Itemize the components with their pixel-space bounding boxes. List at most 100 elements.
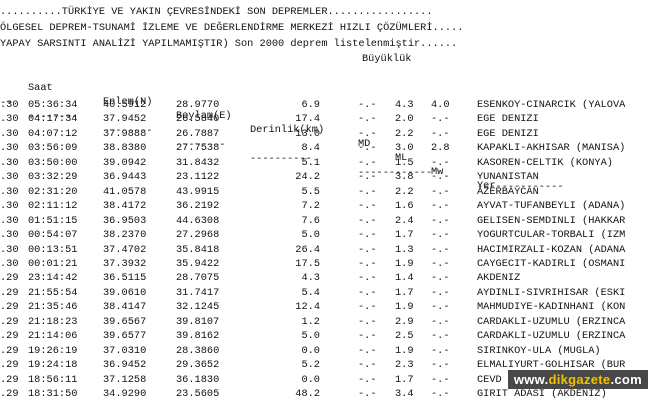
cell-place: GELISEN-SEMDINLI (HAKKAR (477, 214, 626, 227)
cell-ml: 4.3 (395, 99, 414, 111)
cell-date: .29 (0, 301, 19, 314)
cell-ml: 1.9 (395, 257, 414, 270)
magnitude-group-header: Büyüklük (362, 53, 412, 65)
cell-date: .30 (0, 99, 19, 111)
cell-place: CARDAKLI-UZUMLU (ERZINCA (477, 315, 626, 328)
cell-time: 21:18:23 (28, 315, 78, 328)
cell-depth: 26.4 (295, 243, 320, 256)
cell-date: .29 (0, 388, 19, 400)
cell-lat: 39.6577 (103, 330, 147, 343)
cell-date: .29 (0, 286, 19, 299)
cell-time: 19:26:19 (28, 344, 78, 357)
cell-date: .30 (0, 127, 19, 140)
cell-place: EGE DENIZI (477, 113, 539, 126)
column-header-row: Saat Enlem(N) Boylam(E) Derinlik(km) MD … (0, 67, 496, 192)
cell-date: .30 (0, 113, 19, 126)
cell-lon: 28.3860 (176, 344, 220, 357)
cell-mw: -.- (431, 185, 450, 198)
cell-mw: -.- (431, 344, 450, 357)
cell-lat: 38.2370 (103, 229, 147, 242)
separator-row: -- -------- -------- -------- ----------… (0, 82, 564, 193)
cell-md: -.- (358, 229, 377, 242)
cell-md: -.- (358, 185, 377, 198)
cell-time: 18:56:11 (28, 373, 78, 386)
cell-lat: 37.9888 (103, 127, 147, 140)
cell-lon: 39.8107 (176, 315, 220, 328)
cell-md: -.- (358, 113, 377, 126)
cell-ml: 3.0 (395, 142, 414, 155)
cell-depth: 5.0 (301, 330, 320, 343)
cell-md: -.- (358, 359, 377, 372)
watermark-suffix: .com (610, 372, 642, 387)
cell-md: -.- (358, 330, 377, 343)
cell-md: -.- (358, 243, 377, 256)
col-time-header: Saat (28, 82, 53, 94)
cell-ml: 2.3 (395, 359, 414, 372)
cell-md: -.- (358, 344, 377, 357)
cell-depth: 4.3 (301, 272, 320, 285)
cell-depth: 0.0 (301, 373, 320, 386)
cell-place: YUNANISTAN (477, 171, 539, 184)
cell-time: 18:31:50 (28, 388, 78, 400)
cell-date: .30 (0, 214, 19, 227)
cell-place: CAYGECIT-KADIRLI (OSMANI (477, 257, 626, 270)
cell-ml: 3.8 (395, 171, 414, 184)
cell-time: 04:07:12 (28, 127, 78, 140)
watermark-domain: dikgazete (548, 372, 611, 387)
cell-mw: -.- (431, 127, 450, 140)
cell-place: MAHMUDIYE-KADINHANI (KON (477, 301, 626, 314)
cell-lat: 36.9452 (103, 359, 147, 372)
cell-ml: 1.7 (395, 373, 414, 386)
cell-md: -.- (358, 171, 377, 184)
cell-ml: 1.5 (395, 156, 414, 169)
cell-place: AZERBAYCAN (477, 185, 539, 198)
cell-md: -.- (358, 127, 377, 140)
cell-mw: -.- (431, 315, 450, 328)
cell-lat: 36.5115 (103, 272, 147, 285)
cell-depth: 0.0 (301, 344, 320, 357)
cell-mw: -.- (431, 229, 450, 242)
cell-ml: 1.9 (395, 301, 414, 314)
cell-md: -.- (358, 272, 377, 285)
cell-lon: 26.5840 (176, 113, 220, 126)
cell-depth: 8.4 (301, 142, 320, 155)
cell-lat: 38.4172 (103, 200, 147, 213)
cell-depth: 5.5 (301, 185, 320, 198)
cell-time: 00:13:51 (28, 243, 78, 256)
cell-date: .30 (0, 229, 19, 242)
cell-depth: 1.2 (301, 315, 320, 328)
cell-md: -.- (358, 388, 377, 400)
cell-lon: 43.9915 (176, 185, 220, 198)
cell-mw: -.- (431, 373, 450, 386)
cell-lon: 32.1245 (176, 301, 220, 314)
cell-date: .30 (0, 185, 19, 198)
cell-ml: 1.9 (395, 344, 414, 357)
cell-lat: 37.3932 (103, 257, 147, 270)
cell-mw: -.- (431, 214, 450, 227)
cell-mw: -.- (431, 301, 450, 314)
cell-time: 02:11:12 (28, 200, 78, 213)
cell-depth: 7.6 (301, 214, 320, 227)
cell-lon: 23.5605 (176, 388, 220, 400)
cell-ml: 2.5 (395, 330, 414, 343)
cell-depth: 6.9 (301, 99, 320, 111)
cell-date: .30 (0, 156, 19, 169)
cell-depth: 12.4 (295, 301, 320, 314)
cell-lat: 37.4702 (103, 243, 147, 256)
cell-ml: 2.2 (395, 127, 414, 140)
cell-time: 04:17:34 (28, 113, 78, 126)
cell-lon: 27.2968 (176, 229, 220, 242)
cell-lat: 39.0610 (103, 286, 147, 299)
cell-depth: 5.4 (301, 286, 320, 299)
header-subtitle-line: ÖLGESEL DEPREM-TSUNAMİ İZLEME VE DEĞERLE… (0, 22, 464, 34)
cell-lon: 36.1830 (176, 373, 220, 386)
cell-mw: 4.0 (431, 99, 450, 111)
cell-mw: 2.8 (431, 142, 450, 155)
cell-lon: 36.2192 (176, 200, 220, 213)
cell-date: .29 (0, 315, 19, 328)
cell-date: .30 (0, 142, 19, 155)
cell-ml: 1.6 (395, 200, 414, 213)
cell-place: SIRINKOY-ULA (MUGLA) (477, 344, 601, 357)
cell-lat: 36.9503 (103, 214, 147, 227)
cell-time: 05:36:34 (28, 99, 78, 111)
